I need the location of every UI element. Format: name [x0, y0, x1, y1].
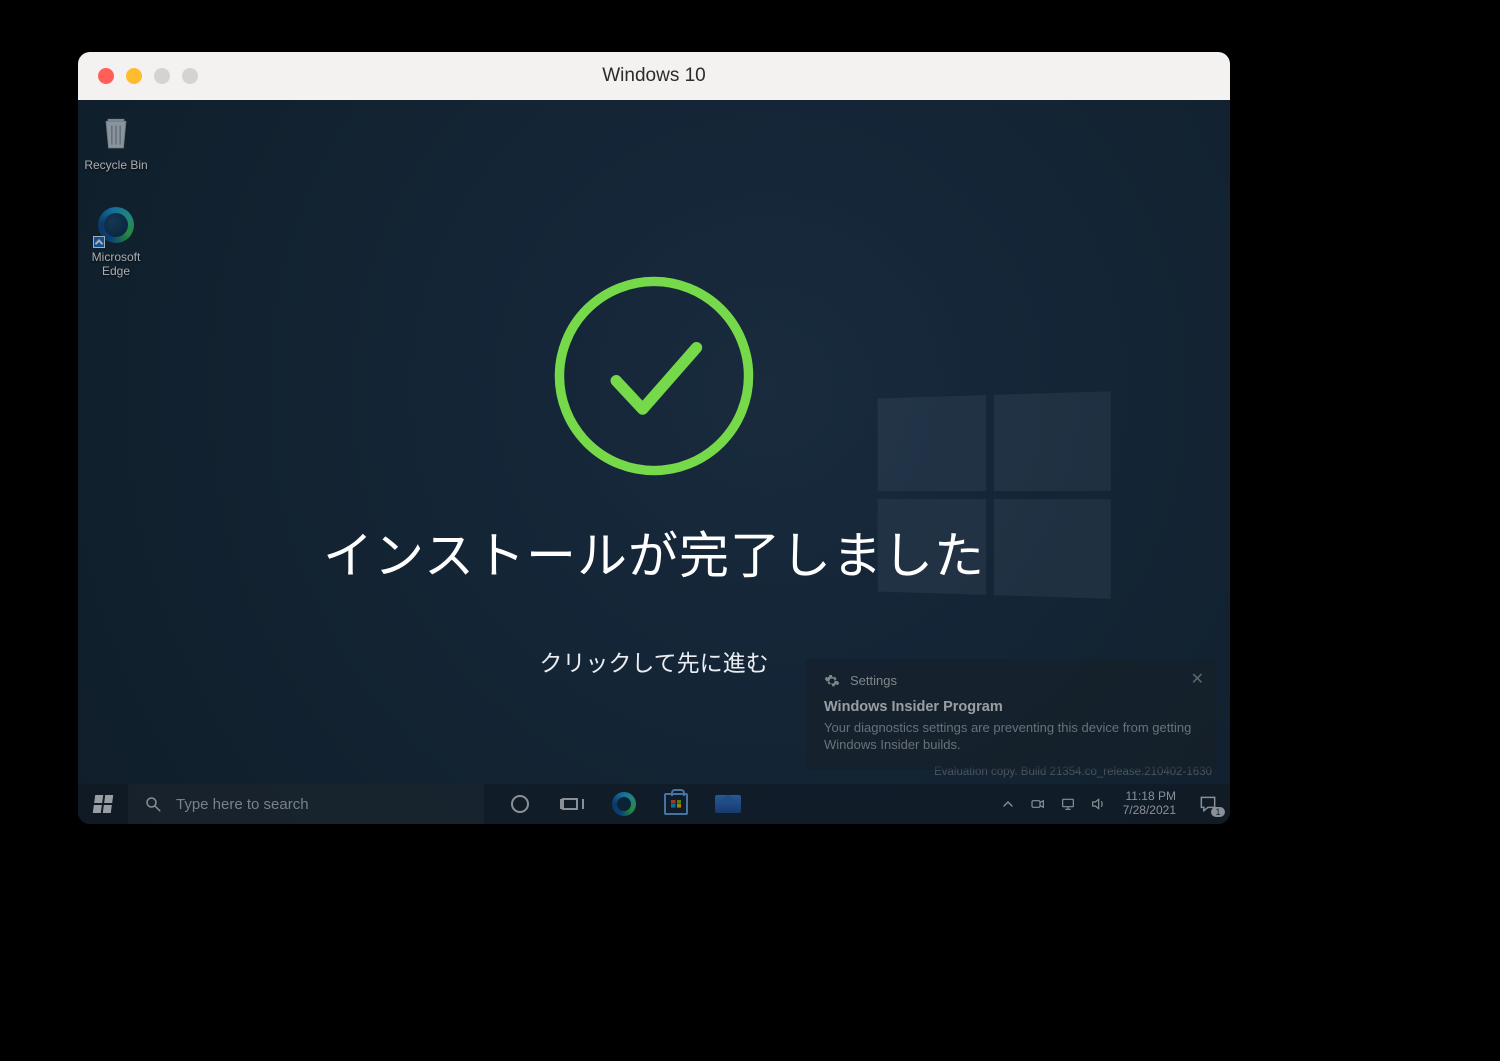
- overlay-title: インストールが完了しました: [323, 516, 985, 588]
- guest-desktop: Recycle Bin Microsoft Edge . Evaluation …: [78, 100, 1230, 824]
- zoom-window-button[interactable]: [154, 68, 170, 84]
- window-title: Windows 10: [78, 65, 1230, 87]
- close-window-button[interactable]: [98, 68, 114, 84]
- minimize-window-button[interactable]: [126, 68, 142, 84]
- vm-window: Windows 10 Recycle Bin Microsoft Edge: [78, 52, 1230, 824]
- traffic-lights: [98, 68, 198, 84]
- extra-window-button[interactable]: [182, 68, 198, 84]
- checkmark-circle-icon: [550, 272, 758, 480]
- install-complete-overlay[interactable]: インストールが完了しました クリックして先に進む: [78, 100, 1230, 824]
- mac-titlebar[interactable]: Windows 10: [78, 52, 1230, 100]
- overlay-subtitle: クリックして先に進む: [539, 644, 768, 678]
